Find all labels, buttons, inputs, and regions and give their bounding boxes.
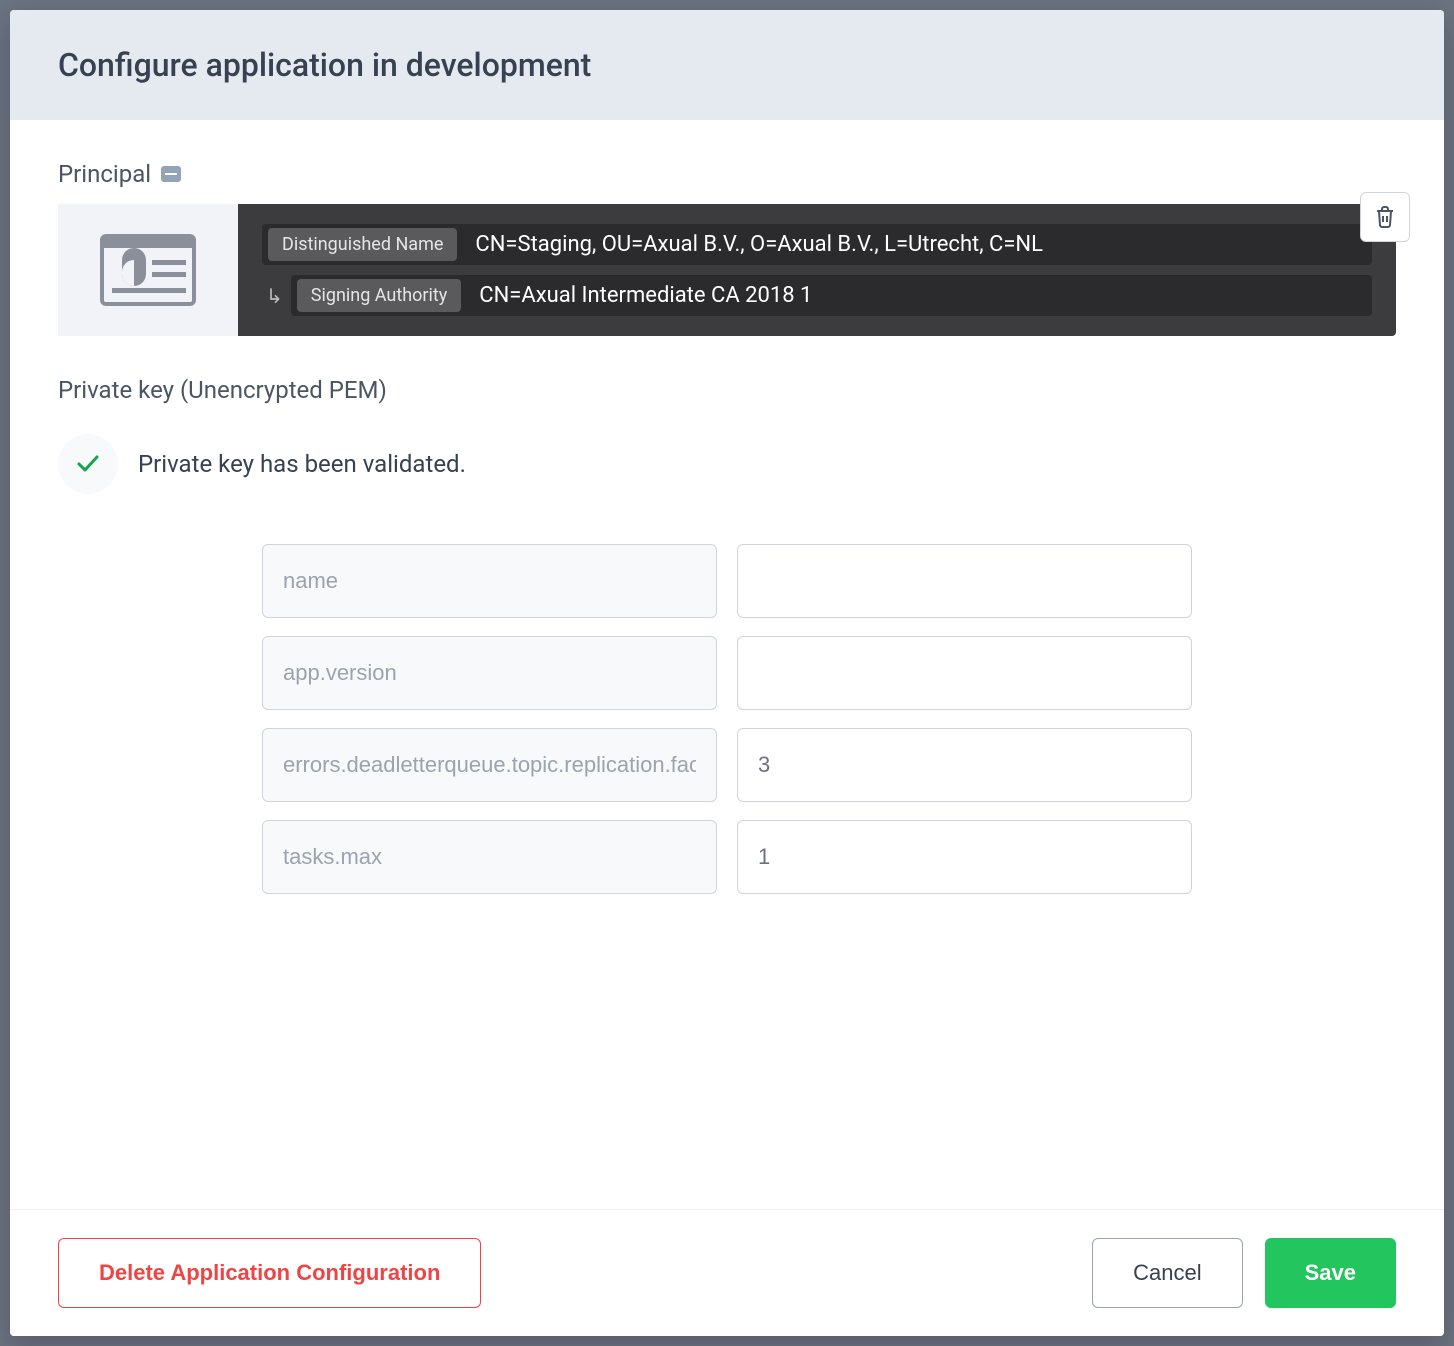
check-circle [58,434,118,494]
principal-label-text: Principal [58,160,151,188]
config-value-input[interactable] [737,636,1192,710]
delete-application-configuration-button[interactable]: Delete Application Configuration [58,1238,481,1308]
config-grid [262,544,1192,894]
modal-body: Principal Distinguish [10,120,1444,1209]
signing-authority-row: Signing Authority CN=Axual Intermediate … [291,275,1372,316]
delete-principal-button[interactable] [1360,192,1410,242]
private-key-validated-row: Private key has been validated. [58,434,1396,494]
modal-header: Configure application in development [10,10,1444,120]
config-key-input[interactable] [262,544,717,618]
config-key-input[interactable] [262,728,717,802]
config-value-input[interactable] [737,544,1192,618]
modal-footer: Delete Application Configuration Cancel … [10,1209,1444,1336]
private-key-heading: Private key (Unencrypted PEM) [58,376,1396,404]
cancel-button[interactable]: Cancel [1092,1238,1242,1308]
signing-authority-badge: Signing Authority [297,279,462,312]
certificate-icon-wrap [58,204,238,336]
configure-application-modal: Configure application in development Pri… [10,10,1444,1336]
principal-section-label: Principal [58,160,1396,188]
private-key-validated-text: Private key has been validated. [138,450,466,478]
card-icon [161,166,181,182]
config-key-input[interactable] [262,636,717,710]
signing-authority-wrap: ↳ Signing Authority CN=Axual Intermediat… [262,275,1372,316]
indent-arrow-icon: ↳ [266,284,283,308]
config-value-input[interactable] [737,820,1192,894]
check-icon [76,454,100,474]
config-value-input[interactable] [737,728,1192,802]
modal-title: Configure application in development [58,46,1396,84]
signing-authority-value: CN=Axual Intermediate CA 2018 1 [471,279,820,312]
principal-card: Distinguished Name CN=Staging, OU=Axual … [58,204,1396,336]
distinguished-name-badge: Distinguished Name [268,228,457,261]
save-button[interactable]: Save [1265,1238,1396,1308]
config-key-input[interactable] [262,820,717,894]
distinguished-name-row: Distinguished Name CN=Staging, OU=Axual … [262,224,1372,265]
distinguished-name-value: CN=Staging, OU=Axual B.V., O=Axual B.V.,… [467,228,1051,261]
trash-icon [1374,205,1396,229]
principal-detail: Distinguished Name CN=Staging, OU=Axual … [238,204,1396,336]
certificate-icon [100,230,196,310]
